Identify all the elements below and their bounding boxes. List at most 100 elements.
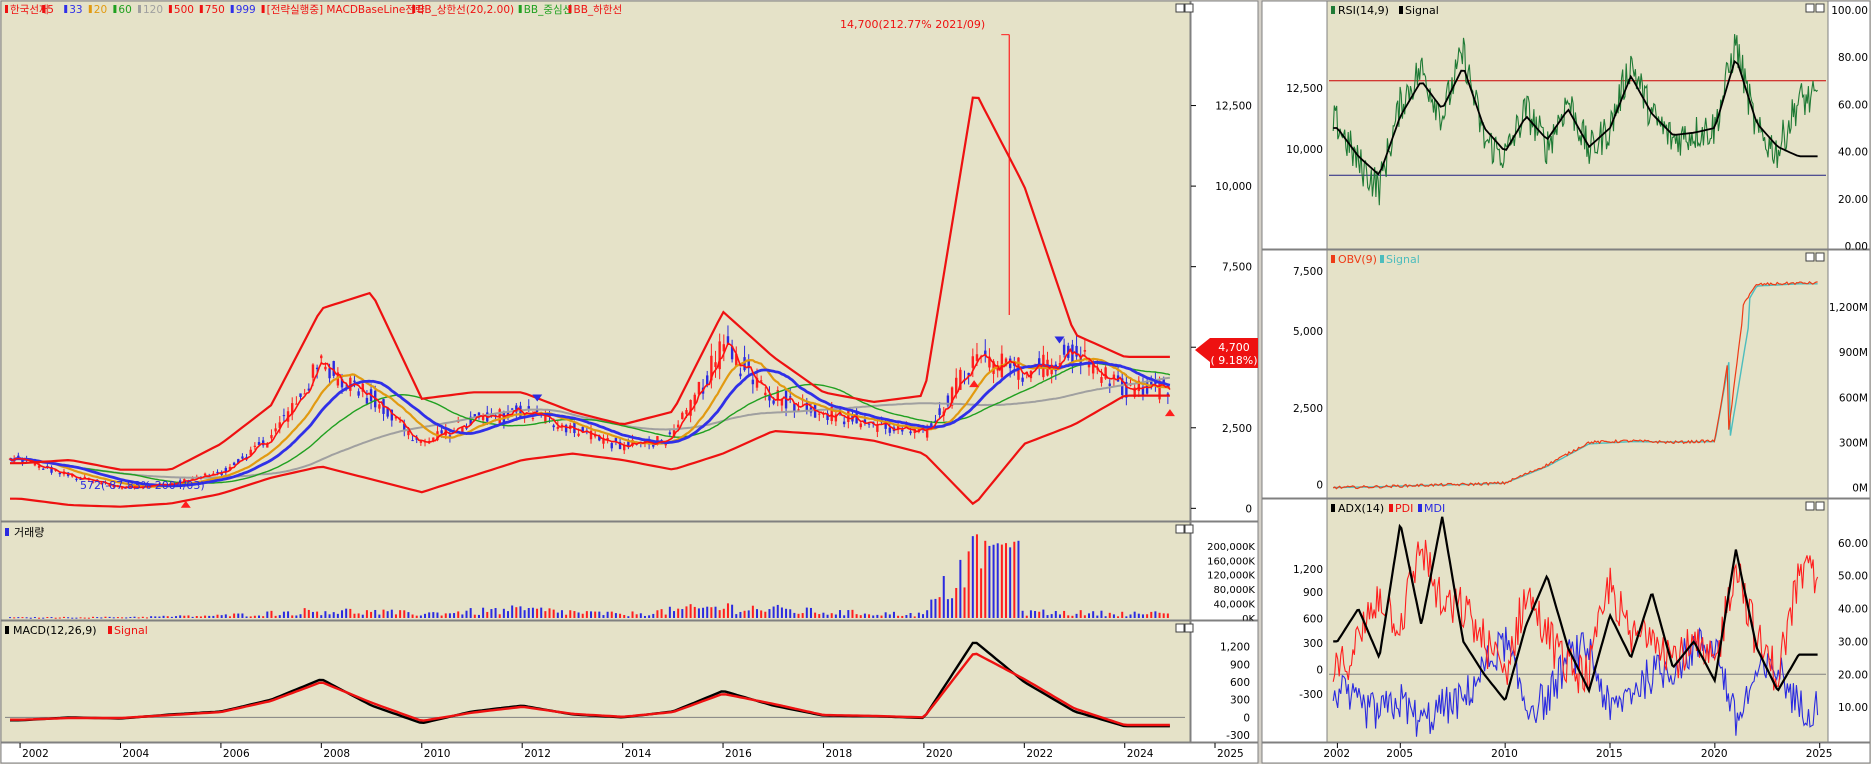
volume-bar [1117, 616, 1120, 618]
candle-body [668, 432, 672, 435]
volume-bar [602, 615, 605, 618]
candle-body [697, 381, 701, 395]
y-tick-label: 300M [1839, 437, 1868, 449]
volume-bar [610, 611, 613, 618]
legend-item: 5 [47, 4, 54, 16]
volume-bar [573, 611, 576, 618]
volume-bar [170, 616, 173, 618]
volume-bar [228, 616, 231, 618]
volume-bar [502, 608, 505, 618]
low-label: 572(-87.83% 2004/03) [80, 479, 205, 492]
volume-bar [79, 617, 82, 619]
volume-bar [141, 616, 144, 618]
volume-bar [702, 607, 705, 618]
volume-bar [656, 610, 659, 618]
volume-panel[interactable]: 거래량 200,000K 160,000K 120,000K 80,000K 40,00… [0, 521, 1259, 625]
volume-bar [29, 617, 32, 619]
volume-bar [980, 568, 983, 618]
x-tick-label: 2020 [1701, 748, 1728, 760]
volume-bar [394, 614, 397, 618]
rsi-title: RSI(14,9) [1338, 4, 1389, 17]
x-axis-left: 2002 2004 2006 2008 2010 2012 2014 2016 2018 2020… [0, 742, 1259, 764]
volume-bar [1100, 610, 1103, 618]
candle-body [610, 443, 613, 449]
volume-bar [839, 610, 842, 618]
volume-bar [216, 614, 219, 618]
y-tick-label: 120,000K [1207, 571, 1255, 582]
volume-bar [1050, 614, 1053, 618]
x-tick-label: 2025 [1806, 748, 1833, 760]
candle-body [531, 418, 535, 420]
obv-axis-left [1261, 249, 1328, 499]
volume-bar [876, 614, 879, 618]
volume-bar [287, 611, 290, 618]
candle-body [42, 468, 45, 470]
volume-bar [440, 615, 443, 618]
volume-bar [805, 607, 808, 618]
volume-bar [689, 604, 692, 618]
volume-bar [926, 610, 929, 618]
volume-bar [58, 617, 61, 619]
volume-bar [851, 609, 854, 618]
macd-panel[interactable]: MACD(12,26,9) Signal 1,200 900 600 300 0 -300 [0, 620, 1259, 743]
main-price-panel[interactable]: 한국선재5 33 20 60 120 500 750 999 [전략실행중] MACDBaseL… [0, 0, 1259, 522]
volume-bar [552, 609, 555, 618]
volume-bar [341, 610, 344, 618]
volume-bar [1162, 613, 1165, 618]
volume-bar [432, 612, 435, 618]
volume-bar [967, 551, 970, 618]
volume-bar [822, 612, 825, 618]
x-tick-label: 2010 [1491, 748, 1518, 760]
candle-body [818, 413, 821, 415]
volume-bar [581, 613, 584, 618]
legend-item: 999 [236, 4, 256, 16]
obv-panel[interactable]: OBV(9) Signal 1,200M 900M 600M 300M 0M 7,500… [1261, 249, 1871, 499]
legend-swatch [138, 5, 141, 13]
volume-bar [241, 613, 244, 618]
y-tick-label: 0 [1245, 503, 1252, 515]
candle-body [203, 473, 207, 476]
rsi-panel[interactable]: RSI(14,9) Signal 100.00 80.00 60.00 40.00 20… [1261, 0, 1871, 281]
volume-bar [536, 608, 539, 618]
left-macd-tick: 300 [1303, 638, 1323, 650]
legend-item: 500 [174, 4, 194, 16]
left-price-tick: 10,000 [1286, 144, 1323, 156]
volume-bar [627, 616, 630, 618]
legend-item: 750 [205, 4, 225, 16]
obv-plot-area[interactable] [1326, 249, 1829, 499]
volume-bar [938, 597, 941, 618]
volume-bar [83, 617, 86, 619]
macd-plot-area[interactable] [0, 620, 1191, 743]
volume-bar [731, 604, 734, 618]
legend-item: 20 [94, 4, 107, 16]
volume-bar [370, 611, 373, 618]
y-tick-label: 200,000K [1207, 542, 1255, 553]
main-plot-area[interactable] [0, 0, 1191, 522]
y-tick-label: 0 [1243, 712, 1250, 724]
volume-bar [258, 615, 261, 618]
volume-bar [855, 614, 858, 618]
candle-body [847, 411, 850, 422]
y-tick-label: 30.00 [1838, 636, 1868, 648]
volume-bar [494, 608, 497, 618]
candle-body [888, 427, 892, 433]
volume-bar [917, 612, 920, 618]
current-change: ( 9.18%) [1210, 354, 1257, 367]
volume-bar [548, 608, 551, 618]
volume-plot-area[interactable] [0, 521, 1191, 621]
volume-bar [75, 617, 78, 619]
volume-bar [33, 617, 36, 619]
volume-bar [419, 615, 422, 618]
y-tick-label: 10,000 [1215, 181, 1252, 193]
panel-window-buttons[interactable] [1175, 3, 1194, 13]
volume-bar [909, 612, 912, 618]
adx-panel[interactable]: ADX(14) PDI MDI 60.00 50.00 40.00 30.00 20.0… [1261, 498, 1871, 743]
volume-bar [1088, 613, 1091, 618]
volume-bar [46, 617, 49, 619]
volume-bar [345, 608, 348, 618]
volume-bar [336, 613, 339, 618]
volume-bar [357, 613, 360, 618]
volume-bar [461, 614, 464, 618]
volume-bar [403, 610, 406, 618]
volume-bar [523, 610, 526, 618]
